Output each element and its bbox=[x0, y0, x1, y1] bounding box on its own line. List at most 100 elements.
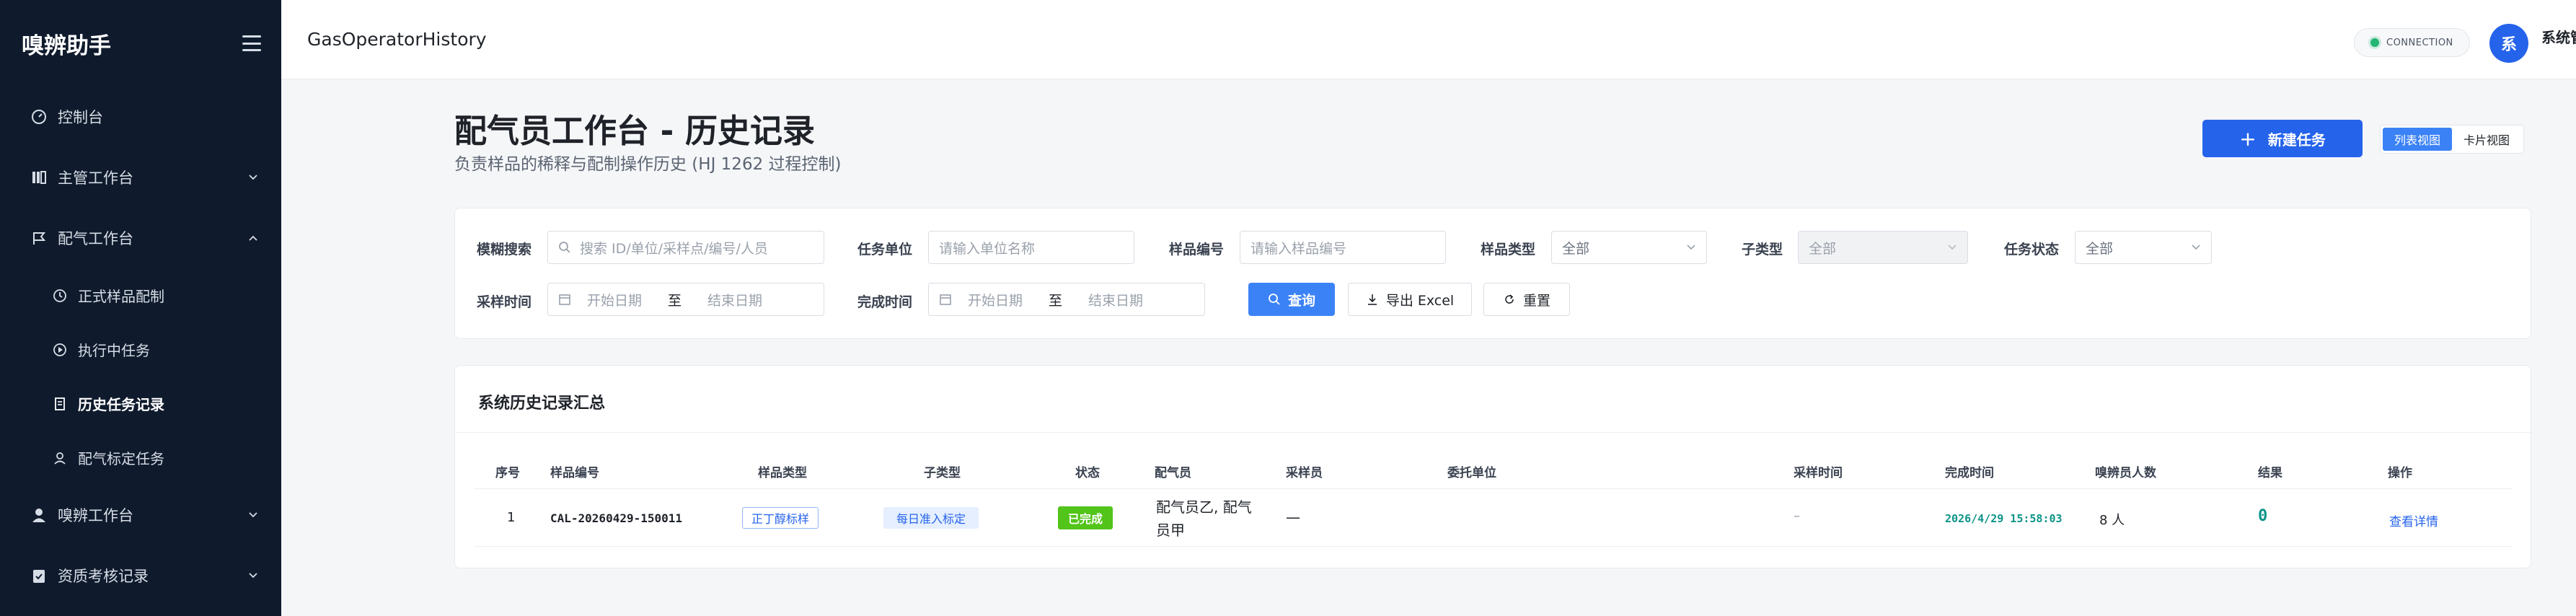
avatar[interactable]: 系 bbox=[2489, 24, 2528, 63]
fuzzy-search-label: 模糊搜索 bbox=[477, 242, 532, 258]
menu-toggle-icon[interactable] bbox=[242, 35, 261, 51]
column-header: 操作 bbox=[2388, 466, 2412, 480]
card-view-option[interactable]: 卡片视图 bbox=[2452, 128, 2521, 151]
status-badge: 已完成 bbox=[1058, 506, 1113, 529]
plus-icon: + bbox=[2239, 126, 2257, 151]
sidebar-brand: 嗅辨助手 bbox=[0, 0, 281, 87]
sidebar-item-gas-workbench[interactable]: 配气工作台 bbox=[0, 208, 281, 268]
user-outline-icon bbox=[52, 450, 68, 466]
history-summary-panel: 系统历史记录汇总 序号 样品编号 样品类型 子类型 状态 配气员 采样员 委托单… bbox=[454, 365, 2531, 568]
sidebar-item-dashboard[interactable]: 控制台 bbox=[0, 87, 281, 147]
column-header: 采样时间 bbox=[1794, 466, 1843, 480]
gas-operator-line1: 配气员乙, 配气 bbox=[1156, 498, 1252, 516]
sampling-time-label: 采样时间 bbox=[477, 294, 532, 310]
reset-label: 重置 bbox=[1522, 292, 1551, 309]
subtype-select[interactable]: 全部 bbox=[1798, 231, 1968, 264]
query-button[interactable]: 查询 bbox=[1248, 283, 1335, 316]
sidebar-item-label: 配气工作台 bbox=[58, 230, 133, 247]
subtype-label: 子类型 bbox=[1742, 242, 1783, 258]
page-subtitle: 负责样品的稀释与配制操作历史 (HJ 1262 过程控制) bbox=[454, 155, 842, 174]
column-header: 子类型 bbox=[924, 466, 961, 480]
column-header: 配气员 bbox=[1155, 466, 1191, 480]
column-header: 采样员 bbox=[1286, 466, 1323, 480]
subtype-tag: 每日准入标定 bbox=[883, 507, 979, 529]
summary-title: 系统历史记录汇总 bbox=[478, 395, 606, 413]
chevron-down-icon bbox=[249, 512, 257, 518]
sampling-time-range[interactable]: 开始日期 至 结束日期 bbox=[547, 283, 824, 316]
divider bbox=[455, 432, 2531, 433]
finish-end-placeholder: 结束日期 bbox=[1088, 292, 1144, 309]
sampling-start-placeholder: 开始日期 bbox=[587, 292, 643, 309]
dashboard-icon bbox=[30, 108, 48, 126]
finish-time-label: 完成时间 bbox=[857, 294, 913, 310]
status-select[interactable]: 全部 bbox=[2075, 231, 2212, 264]
filter-panel: 模糊搜索 搜索 ID/单位/采样点/编号/人员 任务单位 请输入单位名称 样品编… bbox=[454, 208, 2531, 339]
calendar-icon bbox=[940, 294, 951, 305]
sample-type-value: 全部 bbox=[1562, 240, 1590, 257]
sidebar-subitem-label: 正式样品配制 bbox=[78, 288, 164, 305]
refresh-icon bbox=[1503, 293, 1516, 306]
sampling-end-placeholder: 结束日期 bbox=[707, 292, 763, 309]
sidebar-subitem-label: 配气标定任务 bbox=[78, 450, 164, 467]
user-icon bbox=[30, 506, 48, 524]
finish-time-range[interactable]: 开始日期 至 结束日期 bbox=[928, 283, 1205, 316]
sampler: — bbox=[1286, 509, 1300, 526]
row-index: 1 bbox=[507, 510, 516, 525]
sampling-time: – bbox=[1794, 509, 1800, 524]
sidebar-item-qualification[interactable]: 资质考核记录 bbox=[0, 545, 281, 606]
view-details-link[interactable]: 查看详情 bbox=[2389, 511, 2438, 529]
export-excel-button[interactable]: 导出 Excel bbox=[1348, 283, 1472, 316]
status-value: 全部 bbox=[2086, 240, 2114, 257]
clock-icon bbox=[52, 288, 68, 304]
gas-operator-line2: 员甲 bbox=[1156, 522, 1185, 539]
sidebar-subitem-formal-prep[interactable]: 正式样品配制 bbox=[0, 268, 281, 322]
sidebar-item-label: 资质考核记录 bbox=[58, 568, 149, 585]
search-icon bbox=[1268, 293, 1281, 306]
sample-no-input[interactable]: 请输入样品编号 bbox=[1240, 231, 1446, 264]
sample-number: CAL-20260429-150011 bbox=[550, 511, 683, 525]
finish-start-placeholder: 开始日期 bbox=[968, 292, 1023, 309]
sample-type-select[interactable]: 全部 bbox=[1551, 231, 1707, 264]
reset-button[interactable]: 重置 bbox=[1483, 283, 1570, 316]
page-route-title: GasOperatorHistory bbox=[307, 29, 487, 50]
subtype-value: 全部 bbox=[1809, 240, 1837, 257]
unit-input[interactable]: 请输入单位名称 bbox=[928, 231, 1134, 264]
download-icon bbox=[1366, 293, 1379, 306]
column-header: 状态 bbox=[1075, 466, 1100, 480]
table-row-divider bbox=[474, 546, 2512, 547]
unit-placeholder: 请输入单位名称 bbox=[939, 240, 1036, 257]
sidebar-subitem-calibration[interactable]: 配气标定任务 bbox=[0, 431, 281, 485]
column-header: 委托单位 bbox=[1447, 466, 1496, 480]
range-separator: 至 bbox=[668, 292, 682, 309]
column-header: 样品编号 bbox=[550, 466, 599, 480]
chevron-down-icon bbox=[2192, 245, 2200, 250]
column-header: 完成时间 bbox=[1945, 466, 1994, 480]
view-toggle: 列表视图 卡片视图 bbox=[2380, 125, 2524, 154]
list-view-option[interactable]: 列表视图 bbox=[2383, 128, 2452, 151]
sidebar-item-supervisor[interactable]: 主管工作台 bbox=[0, 147, 281, 208]
chevron-down-icon bbox=[1687, 245, 1695, 250]
topbar: GasOperatorHistory CONNECTION 系 系统管理员 bbox=[281, 0, 2576, 79]
sidebar-subitem-running[interactable]: 执行中任务 bbox=[0, 322, 281, 377]
sample-type-tag: 正丁醇标样 bbox=[742, 507, 819, 529]
flag-icon bbox=[30, 229, 48, 247]
new-task-label: 新建任务 bbox=[2267, 131, 2326, 149]
sidebar-subitem-history[interactable]: 历史任务记录 bbox=[0, 377, 281, 431]
calendar-icon bbox=[559, 294, 570, 305]
export-label: 导出 Excel bbox=[1385, 292, 1455, 309]
sample-no-placeholder: 请输入样品编号 bbox=[1250, 240, 1347, 257]
column-header: 样品类型 bbox=[758, 466, 807, 480]
status-dot-icon bbox=[2370, 38, 2379, 47]
columns-icon bbox=[30, 169, 48, 186]
new-task-button[interactable]: + 新建任务 bbox=[2202, 120, 2363, 157]
fuzzy-search-input[interactable]: 搜索 ID/单位/采样点/编号/人员 bbox=[547, 231, 824, 264]
search-icon bbox=[559, 242, 570, 253]
column-header: 嗅辨员人数 bbox=[2095, 466, 2156, 480]
sample-no-label: 样品编号 bbox=[1169, 242, 1225, 258]
sidebar-subitem-label: 执行中任务 bbox=[78, 342, 150, 359]
user-name[interactable]: 系统管理员 bbox=[2541, 26, 2576, 47]
sample-type-label: 样品类型 bbox=[1481, 242, 1536, 258]
chevron-down-icon bbox=[1948, 245, 1957, 250]
connection-status-badge: CONNECTION bbox=[2354, 28, 2470, 57]
sidebar-item-olfactory[interactable]: 嗅辨工作台 bbox=[0, 485, 281, 545]
